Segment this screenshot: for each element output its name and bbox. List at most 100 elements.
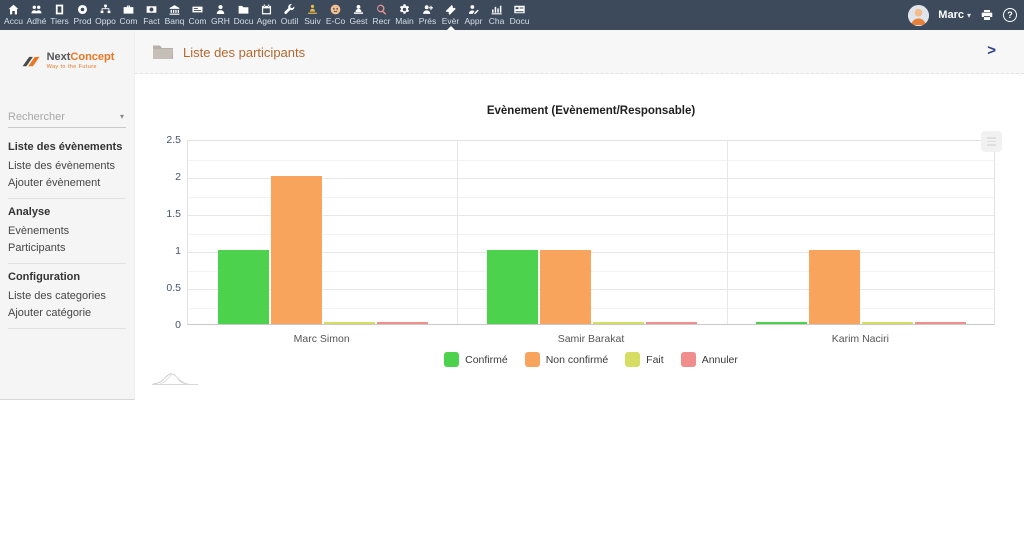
nav-item-eco[interactable]: E-Co (324, 0, 347, 30)
nav-item-appr[interactable]: Appr (462, 0, 485, 30)
sidebar-item-participants[interactable]: Participants (0, 239, 134, 256)
sidebar-item-ajouter-v-nement[interactable]: Ajouter évènement (0, 174, 134, 191)
sidebar-item-liste-des-v-nements[interactable]: Liste des évènements (0, 157, 134, 174)
search-input[interactable] (8, 110, 118, 123)
logo-swoosh-icon (22, 56, 40, 66)
folder-icon (152, 43, 174, 66)
brand-tagline: Way to the Future (46, 64, 97, 70)
y-tick-label: 1.5 (166, 208, 181, 220)
nav-item-label: Banq (164, 16, 185, 26)
legend-item-fait[interactable]: Fait (625, 352, 664, 367)
legend-swatch (524, 352, 540, 367)
nav-item-label: Prés (418, 16, 437, 26)
y-tick-label: 0.5 (166, 282, 181, 294)
sidebar-section-title: Configuration (8, 271, 81, 283)
chart-title: Evènement (Evènement/Responsable) (486, 105, 696, 117)
nav-item-gest[interactable]: Gest (347, 0, 370, 30)
y-tick-label: 2.5 (166, 134, 181, 146)
nav-item-docu[interactable]: Docu (508, 0, 531, 30)
plot-area (187, 140, 995, 325)
nav-item-evr[interactable]: Evèr (439, 0, 462, 30)
bar-annuler (646, 322, 697, 324)
help-button[interactable]: ? (1003, 8, 1017, 22)
sidebar-item-ev-nements[interactable]: Evènements (0, 222, 134, 239)
calendar-icon (261, 4, 272, 15)
worker-icon (308, 4, 317, 14)
nav-item-suiv[interactable]: Suiv (301, 0, 324, 30)
sidebar-menu: Liste des évènements Liste des évènements… (0, 134, 134, 329)
legend-item-non-confirm-[interactable]: Non confirmé (524, 352, 608, 367)
x-category-label: Samir Barakat (557, 333, 625, 345)
nav-item-accu[interactable]: Accu (2, 0, 25, 30)
print-button[interactable] (980, 8, 994, 22)
search-caret-icon[interactable]: ▾ (118, 112, 126, 121)
x-category-label: Marc Simon (293, 333, 350, 345)
chart-legend: Confirmé Non confirmé Fait Annuler (187, 352, 995, 367)
gridline-h (188, 159, 994, 161)
nav-item-outil[interactable]: Outil (278, 0, 301, 30)
chevron-right-icon[interactable]: > (987, 42, 996, 59)
sparkline-icon (152, 365, 198, 392)
bar-non-confirm- (270, 176, 322, 324)
top-navbar: Accu Adhé Tiers Prod Oppo Com Fact Banq Com GRH Do… (0, 0, 1024, 30)
nav-item-label: Prod (73, 16, 92, 26)
nav-item-label: Agen (256, 16, 277, 26)
bar-annuler (376, 322, 428, 324)
chart-menu-button[interactable] (981, 131, 1002, 152)
avatar[interactable] (908, 4, 930, 26)
nav-item-label: Outil (280, 16, 299, 26)
nav-item-label: Cha (488, 16, 505, 26)
sidebar-section-title: Liste des évènements (8, 141, 123, 153)
nav-item-label: Main (395, 16, 414, 26)
sidebar-item-liste-des-categories[interactable]: Liste des categories (0, 287, 134, 304)
legend-swatch (625, 352, 641, 367)
y-tick-label: 0 (175, 319, 181, 331)
nav-item-docu[interactable]: Docu (232, 0, 255, 30)
nav-item-grh[interactable]: GRH (209, 0, 232, 30)
invoice-icon (146, 6, 157, 13)
page-header: Liste des participants > (135, 30, 1024, 74)
main-menu: Accu Adhé Tiers Prod Oppo Com Fact Banq Com GRH Do… (2, 0, 531, 30)
nav-item-recr[interactable]: Recr (370, 0, 393, 30)
card-icon (514, 5, 525, 14)
nav-item-adh[interactable]: Adhé (25, 0, 48, 30)
gear-icon (399, 4, 410, 14)
nav-item-agen[interactable]: Agen (255, 0, 278, 30)
legend-item-annuler[interactable]: Annuler (680, 352, 738, 367)
home-icon (8, 4, 19, 15)
legend-label: Annuler (701, 353, 738, 366)
sidebar-item-ajouter-cat-gorie[interactable]: Ajouter catégorie (0, 304, 134, 321)
nav-item-label: Gest (349, 16, 368, 26)
legend-item-confirm-[interactable]: Confirmé (444, 352, 508, 367)
brand-name: NextConcept (46, 51, 115, 63)
face-icon (330, 4, 341, 15)
nav-item-prs[interactable]: Prés (416, 0, 439, 30)
sidebar: NextConcept Way to the Future ▾ Liste de… (0, 30, 135, 400)
nav-item-prod[interactable]: Prod (71, 0, 94, 30)
bar-confirm- (217, 250, 269, 324)
nav-item-cha[interactable]: Cha (485, 0, 508, 30)
folder-icon (238, 5, 249, 14)
search-person-icon (377, 4, 387, 15)
bar-annuler (915, 322, 967, 324)
person-icon (216, 4, 225, 15)
logo: NextConcept Way to the Future (0, 52, 134, 70)
wrench-icon (284, 4, 295, 15)
y-tick-label: 2 (175, 171, 181, 183)
nav-item-label: Appr (464, 16, 483, 26)
nav-item-com[interactable]: Com (186, 0, 209, 30)
nav-item-banq[interactable]: Banq (163, 0, 186, 30)
person-pen-icon (468, 5, 479, 15)
nav-item-main[interactable]: Main (393, 0, 416, 30)
nav-item-fact[interactable]: Fact (140, 0, 163, 30)
nav-item-com[interactable]: Com (117, 0, 140, 30)
user-menu[interactable]: Marc ▾ (938, 9, 971, 21)
nav-item-oppo[interactable]: Oppo (94, 0, 117, 30)
nav-item-label: E-Co (325, 16, 346, 26)
cheque-icon (192, 6, 203, 13)
user-name: Marc (938, 9, 964, 21)
bar-confirm- (487, 250, 538, 324)
nav-item-label: Suiv (304, 16, 321, 26)
bar-non-confirm- (809, 250, 861, 324)
nav-item-tiers[interactable]: Tiers (48, 0, 71, 30)
